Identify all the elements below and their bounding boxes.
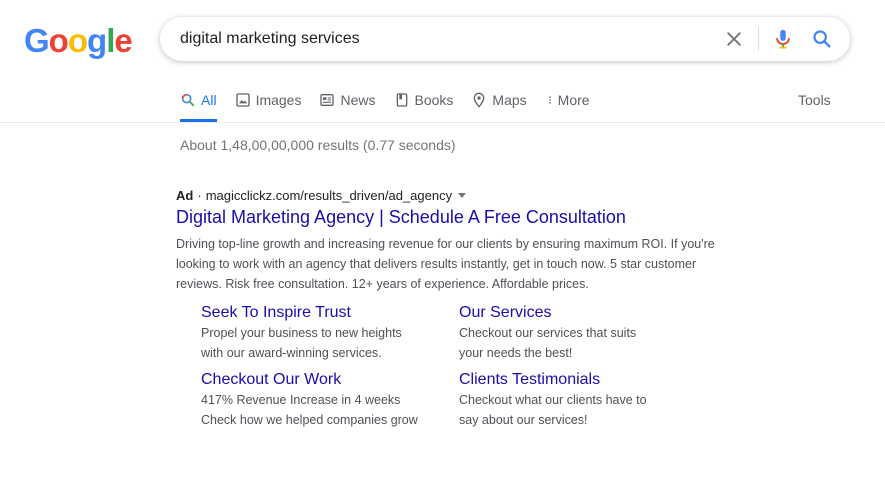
- sitelink-line: your needs the best!: [459, 345, 573, 360]
- sitelink-title[interactable]: Checkout Our Work: [201, 370, 441, 390]
- sitelink-description: Checkout what our clients have to say ab…: [459, 391, 699, 430]
- tab-label: News: [340, 92, 376, 108]
- logo-letter: g: [87, 22, 107, 59]
- logo-letter: o: [67, 22, 88, 59]
- sitelink-description: Propel your business to new heights with…: [201, 324, 441, 363]
- search-tabs: All Images News Books Maps More: [180, 84, 608, 122]
- sitelink-title[interactable]: Clients Testimonials: [459, 370, 699, 390]
- tab-books[interactable]: Books: [394, 84, 454, 116]
- ad-display-url: magicclickz.com/results_driven/ad_agency: [205, 188, 453, 203]
- sitelink-title[interactable]: Our Services: [459, 303, 699, 323]
- sitelink: Seek To Inspire Trust Propel your busine…: [201, 303, 441, 363]
- map-pin-icon: [474, 92, 485, 108]
- tab-all[interactable]: All: [180, 84, 217, 122]
- search-input[interactable]: [180, 17, 700, 61]
- tab-label: Books: [414, 92, 454, 108]
- search-icon[interactable]: [811, 28, 833, 50]
- tab-label: More: [557, 92, 590, 108]
- google-logo[interactable]: Google: [24, 22, 133, 59]
- result-stats: About 1,48,00,00,000 results (0.77 secon…: [180, 137, 456, 153]
- sitelink-line: say about our services!: [459, 412, 588, 427]
- header-divider: [0, 122, 885, 123]
- tab-label: Images: [255, 92, 302, 108]
- close-icon[interactable]: [724, 29, 744, 49]
- ad-badge: Ad: [176, 188, 194, 203]
- sitelink-line: 417% Revenue Increase in 4 weeks: [201, 393, 401, 407]
- sitelink-line: Propel your business to new heights: [201, 326, 402, 340]
- sitelink-description: Checkout our services that suits your ne…: [459, 324, 699, 363]
- ad-title-link[interactable]: Digital Marketing Agency | Schedule A Fr…: [176, 207, 626, 228]
- logo-letter: l: [106, 22, 115, 59]
- ad-url-line: Ad · magicclickz.com/results_driven/ad_a…: [176, 188, 467, 203]
- sitelink-title[interactable]: Seek To Inspire Trust: [201, 303, 441, 323]
- sitelink-line: Checkout what our clients have to: [459, 393, 647, 407]
- chevron-down-icon[interactable]: [458, 193, 467, 198]
- book-icon: [396, 93, 407, 107]
- sitelink-line: Checkout our services that suits: [459, 326, 637, 340]
- tab-label: All: [201, 92, 217, 108]
- sitelink-line: Check how we helped companies grow: [201, 412, 418, 427]
- tab-images[interactable]: Images: [235, 84, 302, 116]
- tab-label: Maps: [492, 92, 527, 108]
- ad-description: Driving top-line growth and increasing r…: [176, 237, 715, 291]
- search-divider: [758, 27, 759, 51]
- tools-button[interactable]: Tools: [798, 84, 831, 116]
- sitelink-description: 417% Revenue Increase in 4 weeks Check h…: [201, 391, 441, 430]
- sitelink: Checkout Our Work 417% Revenue Increase …: [201, 370, 441, 430]
- logo-letter: o: [48, 22, 69, 59]
- sitelink-line: with our award-winning services.: [201, 345, 382, 360]
- news-icon: [320, 94, 335, 106]
- sitelink: Our Services Checkout our services that …: [459, 303, 699, 363]
- sitelink: Clients Testimonials Checkout what our c…: [459, 370, 699, 430]
- tab-news[interactable]: News: [319, 84, 376, 116]
- search-icon: [181, 93, 195, 107]
- logo-letter: G: [24, 22, 50, 59]
- more-vert-icon: [548, 96, 551, 104]
- logo-letter: e: [114, 22, 132, 59]
- image-icon: [235, 93, 250, 107]
- tab-maps[interactable]: Maps: [471, 84, 527, 116]
- search-results-page: Google All: [0, 0, 885, 482]
- ad-separator: ·: [197, 188, 202, 203]
- tab-more[interactable]: More: [545, 84, 590, 116]
- microphone-icon[interactable]: [772, 28, 794, 50]
- search-box: [160, 17, 850, 61]
